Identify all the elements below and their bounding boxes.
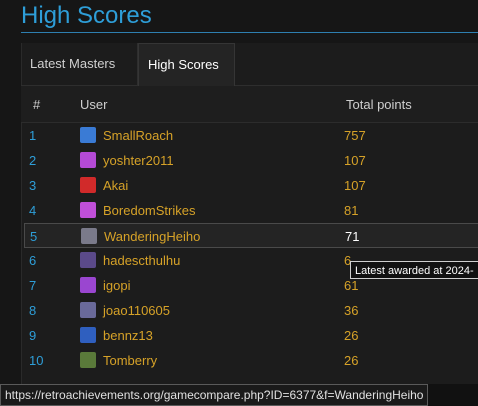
rank-cell: 8 [29,303,37,318]
tooltip: Latest awarded at 2024- [350,261,478,279]
points-cell: 26 [344,328,359,343]
tab-bar: Latest Masters High Scores [21,43,478,86]
user-avatar-icon[interactable] [80,352,96,368]
user-link[interactable]: hadescthulhu [103,253,180,268]
points-cell: 26 [344,353,359,368]
table-row: 1 SmallRoach 757 [21,123,478,148]
user-link[interactable]: bennz13 [103,328,153,343]
user-link[interactable]: BoredomStrikes [103,203,195,218]
points-cell: 36 [344,303,359,318]
user-avatar-icon[interactable] [80,152,96,168]
rank-cell: 3 [29,178,37,193]
user-avatar-icon[interactable] [80,127,96,143]
tab-high-scores[interactable]: High Scores [138,43,235,86]
rank-cell: 4 [29,203,37,218]
rank-cell: 6 [29,253,37,268]
table-row: 8 joao110605 36 [21,298,478,323]
user-link[interactable]: SmallRoach [103,128,173,143]
rank-cell: 10 [29,353,44,368]
user-link[interactable]: joao110605 [103,303,170,318]
page-title: High Scores [21,2,152,29]
table-row: 3 Akai 107 [21,173,478,198]
tab-latest-masters[interactable]: Latest Masters [21,43,138,85]
user-avatar-icon[interactable] [81,228,97,244]
user-link[interactable]: Tomberry [103,353,157,368]
points-cell: 81 [344,203,359,218]
rank-cell: 7 [29,278,37,293]
user-avatar-icon[interactable] [80,302,96,318]
user-avatar-icon[interactable] [80,327,96,343]
rank-cell: 5 [30,229,38,244]
rank-cell: 1 [29,128,37,143]
table-row: 9 bennz13 26 [21,323,478,348]
user-avatar-icon[interactable] [80,177,96,193]
points-cell: 61 [344,278,359,293]
user-link[interactable]: Akai [103,178,128,193]
column-user-header: User [80,97,108,112]
title-divider [21,32,478,33]
user-link[interactable]: yoshter2011 [103,153,174,168]
user-avatar-icon[interactable] [80,277,96,293]
rank-cell: 2 [29,153,37,168]
table-header: # User Total points [21,86,478,123]
table-row: 10 Tomberry 26 [21,348,478,373]
points-cell: 757 [344,128,366,143]
user-link[interactable]: WanderingHeiho [104,229,200,244]
table-row: 2 yoshter2011 107 [21,148,478,173]
user-avatar-icon[interactable] [80,202,96,218]
points-cell: 107 [344,178,366,193]
points-cell: 107 [344,153,366,168]
table-row: 4 BoredomStrikes 81 [21,198,478,223]
column-points-header: Total points [346,97,412,112]
column-rank-header: # [33,97,41,112]
rank-cell: 9 [29,328,37,343]
link-status-bar: https://retroachievements.org/gamecompar… [0,384,429,406]
points-cell: 71 [345,229,360,244]
user-link[interactable]: igopi [103,278,130,293]
table-row: 5 WanderingHeiho 71 [24,223,478,248]
user-avatar-icon[interactable] [80,252,96,268]
